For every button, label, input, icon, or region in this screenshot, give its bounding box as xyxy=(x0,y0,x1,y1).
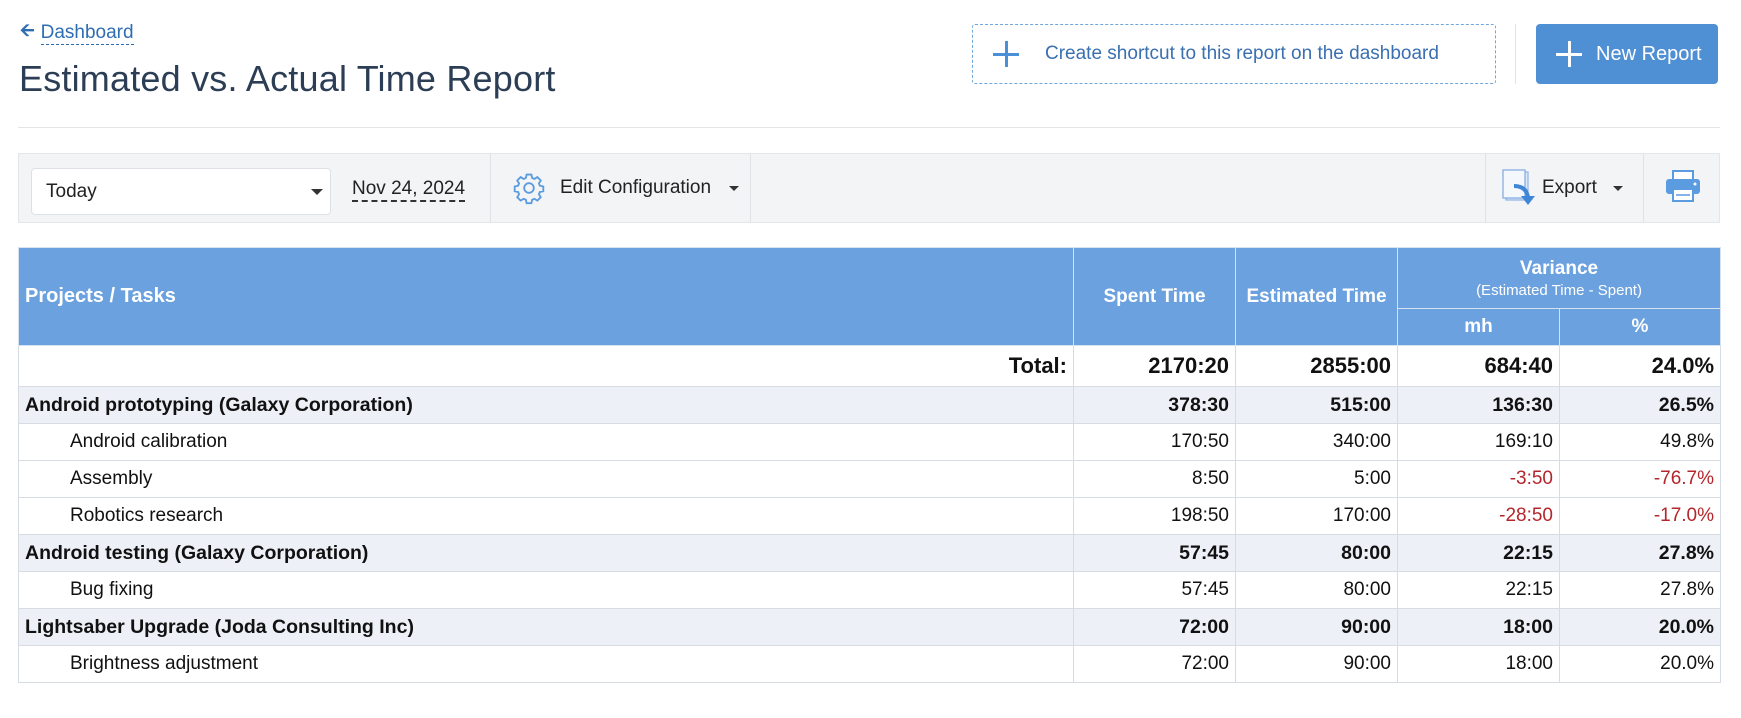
task-row: Robotics research 198:50 170:00 -28:50 -17.0… xyxy=(18,497,1722,535)
task-row: Assembly 8:50 5:00 -3:50 -76.7% xyxy=(18,460,1722,498)
column-header-estimated-time: Estimated Time xyxy=(1235,247,1398,346)
variance-percent-cell: 20.0% xyxy=(1558,645,1722,683)
variance-percent-cell: 27.8% xyxy=(1558,571,1722,609)
date-picker-link[interactable]: Nov 24, 2024 xyxy=(352,178,466,202)
toolbar-separator xyxy=(1485,154,1486,222)
estimated-time-cell: 90:00 xyxy=(1235,608,1398,646)
variance-mh-cell: 22:15 xyxy=(1397,571,1560,609)
project-row: Android testing (Galaxy Corporation) 57:4… xyxy=(18,534,1722,572)
report-toolbar: Today Nov 24, 2024 Edit Configuration Ex… xyxy=(18,153,1720,223)
export-label: Export xyxy=(1542,177,1597,198)
new-report-label: New Report xyxy=(1596,42,1702,65)
edit-configuration-label: Edit Configuration xyxy=(560,177,712,198)
project-row: Android prototyping (Galaxy Corporation)… xyxy=(18,386,1722,424)
plus-icon xyxy=(1556,41,1582,67)
task-name: Assembly xyxy=(18,460,1074,498)
edit-configuration-button[interactable]: Edit Configuration xyxy=(512,168,740,208)
chevron-down-icon xyxy=(729,185,740,191)
spent-time-cell: 198:50 xyxy=(1073,497,1236,535)
spent-time-cell: 170:50 xyxy=(1073,423,1236,461)
toolbar-separator xyxy=(1643,154,1644,222)
variance-mh-cell: -28:50 xyxy=(1397,497,1560,535)
column-header-variance: Variance (Estimated Time - Spent) xyxy=(1396,247,1722,309)
variance-percent-cell: 49.8% xyxy=(1558,423,1722,461)
variance-mh-cell: 136:30 xyxy=(1397,386,1560,424)
column-header-projects-tasks: Projects / Tasks xyxy=(18,247,1074,346)
total-variance-percent: 24.0% xyxy=(1558,345,1722,387)
print-button[interactable] xyxy=(1665,170,1701,207)
total-row: Total: 2170:20 2855:00 684:40 24.0% xyxy=(18,345,1722,387)
estimated-time-cell: 170:00 xyxy=(1235,497,1398,535)
header-separator xyxy=(1515,24,1516,84)
task-name: Bug fixing xyxy=(18,571,1074,609)
variance-title: Variance xyxy=(1519,257,1599,279)
period-select-value: Today xyxy=(46,180,97,202)
export-icon xyxy=(1502,169,1535,205)
spent-time-cell: 72:00 xyxy=(1073,608,1236,646)
estimated-time-cell: 5:00 xyxy=(1235,460,1398,498)
variance-subtitle: (Estimated Time - Spent) xyxy=(1476,281,1642,299)
variance-percent-cell: -17.0% xyxy=(1558,497,1722,535)
variance-percent-cell: 27.8% xyxy=(1558,534,1722,572)
create-shortcut-label: Create shortcut to this report on the da… xyxy=(1045,43,1439,64)
toolbar-separator xyxy=(750,154,751,222)
column-header-variance-percent: % xyxy=(1558,308,1722,346)
plus-icon xyxy=(993,41,1019,67)
variance-mh-cell: 18:00 xyxy=(1397,608,1560,646)
period-select[interactable]: Today xyxy=(31,168,331,215)
task-row: Brightness adjustment 72:00 90:00 18:00 20.0… xyxy=(18,645,1722,683)
spent-time-cell: 72:00 xyxy=(1073,645,1236,683)
spent-time-cell: 378:30 xyxy=(1073,386,1236,424)
create-shortcut-button[interactable]: Create shortcut to this report on the da… xyxy=(972,24,1496,84)
spent-time-cell: 57:45 xyxy=(1073,534,1236,572)
new-report-button[interactable]: New Report xyxy=(1536,24,1718,84)
estimated-time-cell: 80:00 xyxy=(1235,534,1398,572)
variance-percent-cell: -76.7% xyxy=(1558,460,1722,498)
total-label: Total: xyxy=(18,345,1074,387)
variance-mh-cell: 22:15 xyxy=(1397,534,1560,572)
task-name: Android calibration xyxy=(18,423,1074,461)
gear-icon xyxy=(513,173,545,205)
spent-time-cell: 8:50 xyxy=(1073,460,1236,498)
variance-mh-cell: 169:10 xyxy=(1397,423,1560,461)
back-link-label: Dashboard xyxy=(40,21,134,45)
toolbar-separator xyxy=(490,154,491,222)
project-name: Android testing (Galaxy Corporation) xyxy=(18,534,1074,572)
total-spent: 2170:20 xyxy=(1073,345,1236,387)
estimated-time-cell: 515:00 xyxy=(1235,386,1398,424)
task-name: Brightness adjustment xyxy=(18,645,1074,683)
task-row: Bug fixing 57:45 80:00 22:15 27.8% xyxy=(18,571,1722,609)
variance-mh-cell: 18:00 xyxy=(1397,645,1560,683)
variance-percent-cell: 26.5% xyxy=(1558,386,1722,424)
total-estimated: 2855:00 xyxy=(1235,345,1398,387)
total-variance-mh: 684:40 xyxy=(1397,345,1560,387)
variance-mh-cell: -3:50 xyxy=(1397,460,1560,498)
column-header-variance-mh: mh xyxy=(1397,308,1560,346)
chevron-down-icon xyxy=(1612,185,1623,191)
task-row: Android calibration 170:50 340:00 169:10 49.… xyxy=(18,423,1722,461)
header-divider xyxy=(18,127,1720,128)
spent-time-cell: 57:45 xyxy=(1073,571,1236,609)
estimated-time-cell: 340:00 xyxy=(1235,423,1398,461)
estimated-time-cell: 90:00 xyxy=(1235,645,1398,683)
printer-icon xyxy=(1666,170,1700,202)
arrow-left-icon: 🡨 xyxy=(20,20,35,40)
variance-percent-cell: 20.0% xyxy=(1558,608,1722,646)
report-table: Projects / Tasks Spent Time Estimated Ti… xyxy=(18,247,1722,683)
project-name: Lightsaber Upgrade (Joda Consulting Inc) xyxy=(18,608,1074,646)
project-row: Lightsaber Upgrade (Joda Consulting Inc)… xyxy=(18,608,1722,646)
page-title: Estimated vs. Actual Time Report xyxy=(19,58,556,99)
task-name: Robotics research xyxy=(18,497,1074,535)
column-header-spent-time: Spent Time xyxy=(1073,247,1236,346)
estimated-time-cell: 80:00 xyxy=(1235,571,1398,609)
chevron-down-icon xyxy=(311,189,323,195)
project-name: Android prototyping (Galaxy Corporation) xyxy=(18,386,1074,424)
back-to-dashboard-link[interactable]: 🡨 Dashboard xyxy=(20,18,134,48)
export-button[interactable]: Export xyxy=(1502,168,1623,208)
